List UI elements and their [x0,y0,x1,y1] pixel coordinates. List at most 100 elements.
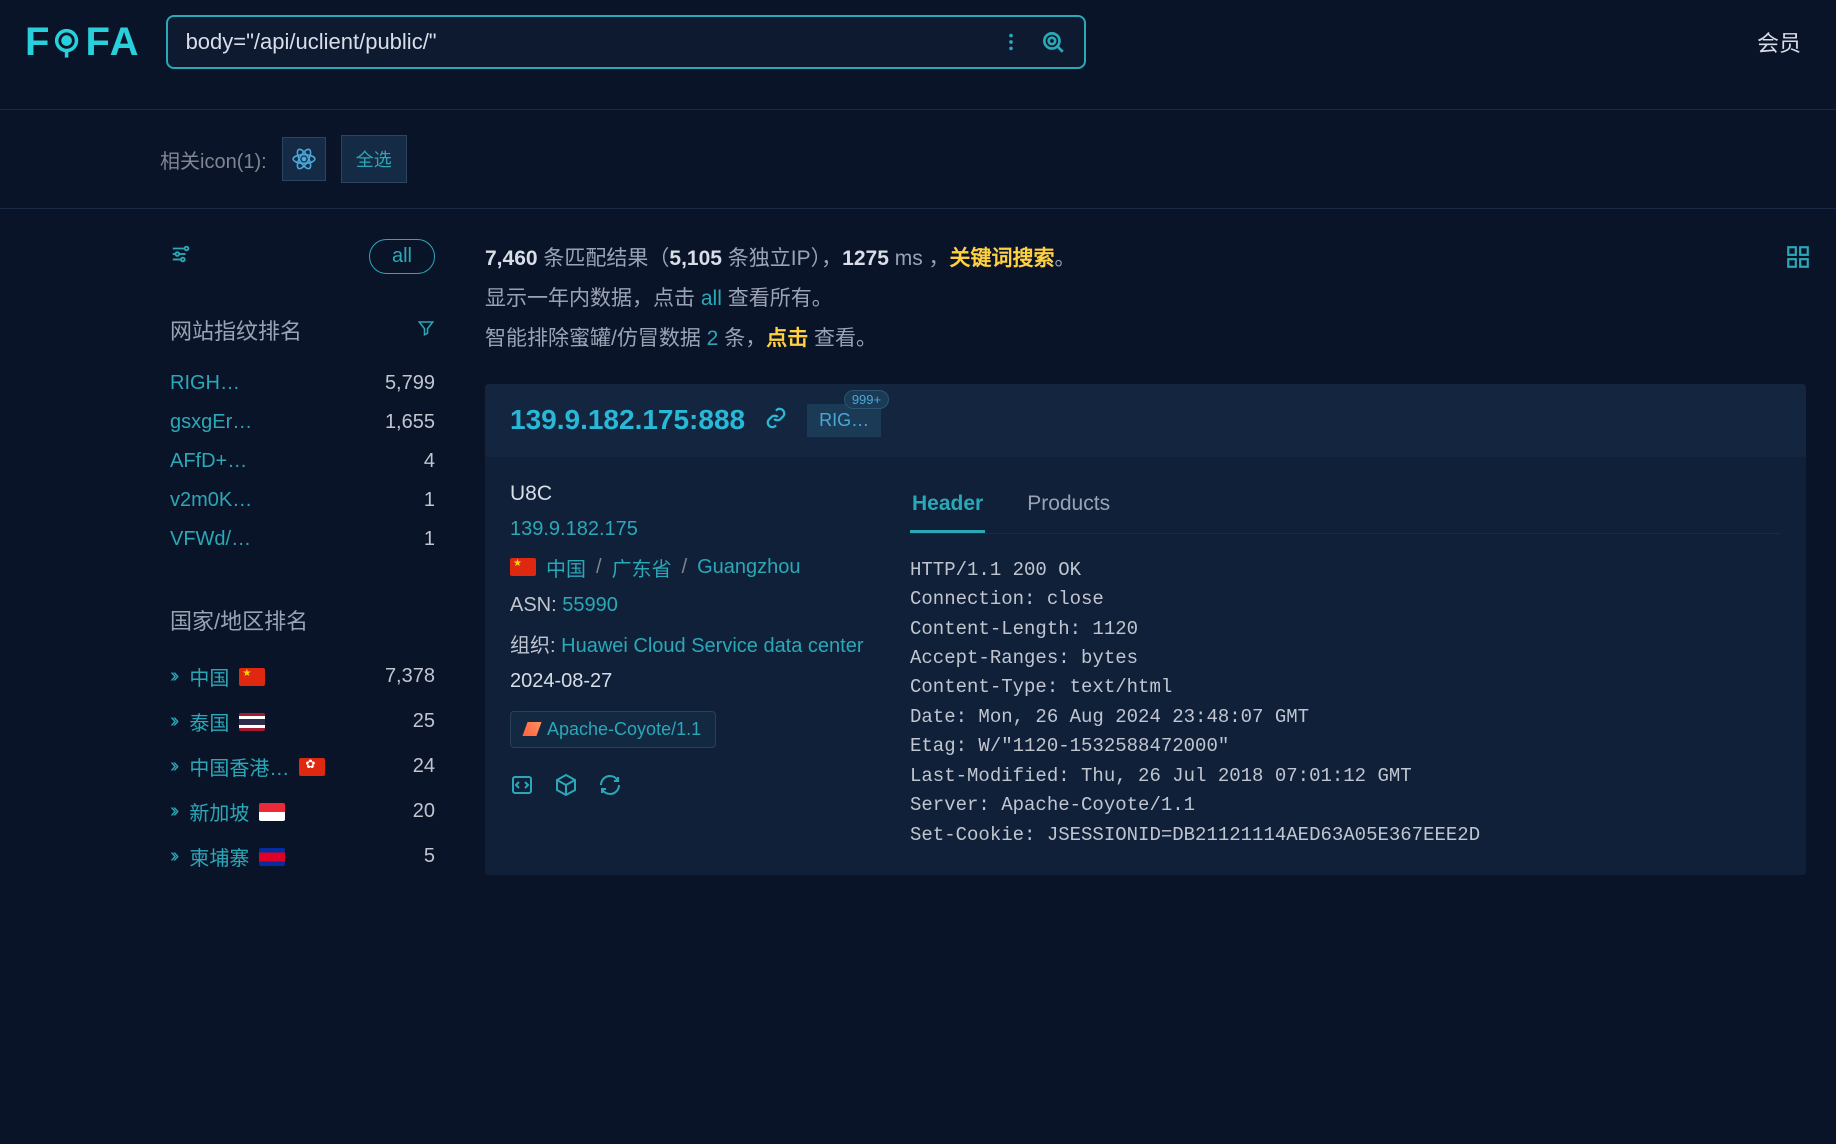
keyword-search[interactable]: 关键词搜索 [950,247,1055,270]
summary-line-3: 智能排除蜜罐/仿冒数据 2 条，点击 查看。 [485,319,1806,359]
org-label: 组织: [510,635,556,657]
apache-icon [522,722,541,736]
loc-country[interactable]: 中国 [546,553,586,582]
fingerprint-list: RIGH…5,799gsxgEr…1,655AFfD+…4v2m0K…1VFWd… [170,364,435,559]
rank-name: AFfD+… [170,450,247,473]
search-wrapper [166,15,1086,69]
country-row[interactable]: ››柬埔寨5 [170,834,435,879]
country-name: 泰国 [189,707,229,736]
loc-sep-2: / [682,556,688,579]
rank-count: 1 [424,489,435,512]
country-count: 24 [413,755,435,778]
search-icon[interactable] [1040,29,1066,55]
logo-text-f: F [25,20,51,65]
view-text: 查看。 [808,327,877,350]
ms-count: 1275 [842,247,889,270]
refresh-icon[interactable] [598,773,622,802]
chevron-right-icon: ›› [170,845,175,868]
honeypot-mid: 条， [718,327,766,350]
loc-region[interactable]: 广东省 [612,553,672,582]
loc-city[interactable]: Guangzhou [697,556,800,579]
tag-badge[interactable]: RIG… 999+ [807,404,881,437]
sidebar-top: all [170,239,435,274]
asn-link[interactable]: 55990 [562,594,618,616]
rank-name: VFWd/… [170,528,251,551]
summary: 7,460 条匹配结果（5,105 条独立IP），1275 ms ，关键词搜索。… [485,239,1806,359]
chevron-right-icon: ›› [170,665,175,688]
header-bar: F FA 会员 [0,0,1836,84]
asn-label: ASN: [510,594,557,616]
country-count: 20 [413,800,435,823]
country-row[interactable]: ›› 中国 7,378 [170,654,435,699]
external-link-icon[interactable] [765,407,787,434]
flag-icon [239,713,265,731]
flag-icon [259,848,285,866]
ms-text: ms ， [889,247,950,270]
filter-icon[interactable] [170,243,192,270]
fingerprint-row[interactable]: VFWd/… 1 [170,520,435,559]
country-count: 7,378 [385,665,435,688]
tabs: Header Products [910,482,1781,534]
tag-text: RIG… [819,410,869,430]
fingerprint-row[interactable]: gsxgEr… 1,655 [170,403,435,442]
search-input[interactable] [186,29,1000,55]
flag-icon [510,558,536,576]
country-row[interactable]: ››泰国25 [170,699,435,744]
match-text: 条匹配结果（ [543,247,669,270]
summary-line-2: 显示一年内数据，点击 all 查看所有。 [485,279,1806,319]
honeypot-prefix: 智能排除蜜罐/仿冒数据 [485,327,707,350]
click-link[interactable]: 点击 [766,327,808,350]
loc-sep-1: / [596,556,602,579]
select-all-button[interactable]: 全选 [341,135,407,183]
rank-count: 4 [424,450,435,473]
country-title: 国家/地区排名 [170,604,308,636]
more-options-icon[interactable] [1000,31,1022,53]
location-row: 中国 / 广东省 / Guangzhou [510,553,880,582]
tab-products[interactable]: Products [1025,482,1112,533]
filter-funnel-icon[interactable] [417,319,435,342]
ip-port[interactable]: 139.9.182.175:888 [510,404,745,436]
fingerprint-row[interactable]: v2m0K…1 [170,481,435,520]
fingerprint-row[interactable]: AFfD+… 4 [170,442,435,481]
related-icon-label: 相关icon(1): [160,145,267,174]
rank-name: gsxgEr… [170,411,252,434]
card-right: Header Products HTTP/1.1 200 OK Connecti… [910,482,1781,850]
all-pill[interactable]: all [369,239,435,274]
country-row[interactable]: ››新加坡20 [170,789,435,834]
tech-badge[interactable]: Apache-Coyote/1.1 [510,711,716,748]
tab-header[interactable]: Header [910,482,985,533]
tech-text: Apache-Coyote/1.1 [547,719,701,740]
code-icon[interactable] [510,773,534,802]
chevron-right-icon: ›› [170,755,175,778]
cube-icon[interactable] [554,773,578,802]
rank-count: 1,655 [385,411,435,434]
country-head: 国家/地区排名 [170,604,435,636]
chevron-right-icon: ›› [170,800,175,823]
card-body: U8C 139.9.182.175 中国 / 广东省 / Guangzhou A… [485,457,1806,875]
rank-count: 1 [424,528,435,551]
country-name: 柬埔寨 [189,842,249,871]
country-count: 25 [413,710,435,733]
main-area: 7,460 条匹配结果（5,105 条独立IP），1275 ms ，关键词搜索。… [485,239,1836,924]
fingerprint-title: 网站指纹排名 [170,314,302,346]
fingerprint-head: 网站指纹排名 [170,314,435,346]
org-link[interactable]: Huawei Cloud Service data center [561,635,863,657]
favicon-item[interactable] [282,137,326,181]
summary-line-1: 7,460 条匹配结果（5,105 条独立IP），1275 ms ，关键词搜索。 [485,239,1806,279]
country-name: 中国 [189,662,229,691]
country-row[interactable]: ›› 中国香港… 24 [170,744,435,789]
flag-icon [259,803,285,821]
ip-link[interactable]: 139.9.182.175 [510,518,880,541]
country-name: 中国香港… [189,752,289,781]
flag-icon [299,758,325,776]
all-link[interactable]: all [701,287,722,310]
search-actions [1000,29,1066,55]
member-link[interactable]: 会员 [1757,26,1811,58]
view-grid-icon[interactable] [1785,244,1811,284]
related-icon-bar: 相关icon(1): 全选 [0,109,1836,209]
logo[interactable]: F FA [25,20,141,65]
rank-name: RIGH… [170,372,240,395]
fingerprint-panel: 网站指纹排名 RIGH…5,799 gsxgEr… 1,655 AFfD+… 4 v2m0… [170,314,435,559]
logo-icon [51,25,85,59]
fingerprint-row[interactable]: RIGH…5,799 [170,364,435,403]
